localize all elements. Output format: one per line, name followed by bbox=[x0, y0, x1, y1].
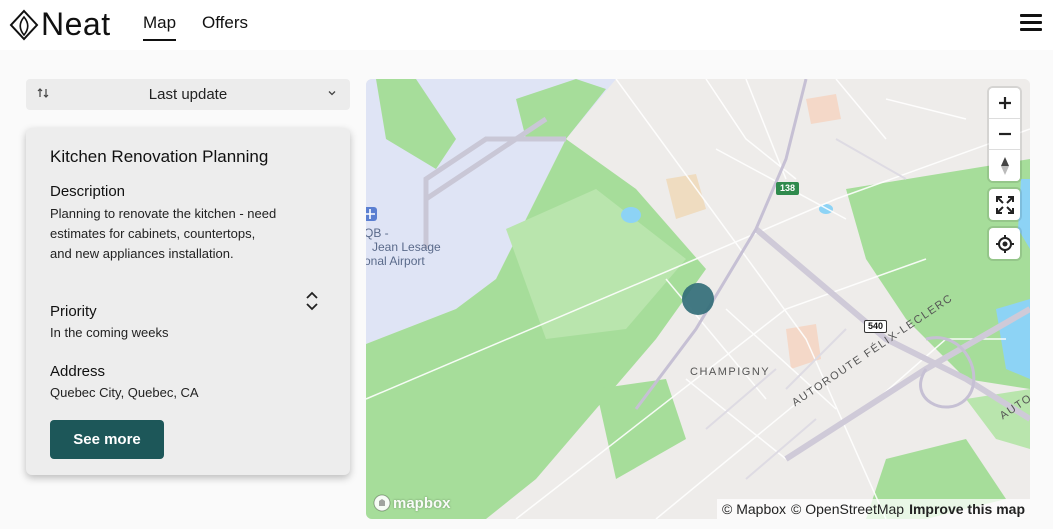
priority-label: Priority bbox=[50, 303, 97, 320]
route-540-shield: 540 bbox=[864, 320, 888, 333]
chevron-down-icon bbox=[328, 91, 336, 96]
compass-button[interactable] bbox=[989, 150, 1020, 181]
airport-label-2: Jean Lesage bbox=[372, 240, 441, 254]
zoom-controls bbox=[989, 88, 1020, 181]
improve-map-link[interactable]: Improve this map bbox=[909, 501, 1025, 517]
request-card: Kitchen Renovation Planning Description … bbox=[26, 128, 350, 475]
airport-label-3: onal Airport bbox=[366, 254, 425, 268]
map-controls bbox=[989, 88, 1020, 259]
geolocate-button[interactable] bbox=[989, 228, 1020, 259]
address-value: Quebec City, Quebec, CA bbox=[50, 385, 199, 400]
priority-value: In the coming weeks bbox=[50, 325, 169, 340]
airport-label-1: QB - bbox=[366, 226, 389, 240]
mapbox-logo[interactable]: mapbox bbox=[373, 494, 451, 512]
card-title: Kitchen Renovation Planning bbox=[50, 147, 269, 166]
airport-icon bbox=[366, 207, 377, 221]
see-more-button[interactable]: See more bbox=[50, 420, 164, 459]
route-138-shield: 138 bbox=[776, 182, 800, 195]
tab-map[interactable]: Map bbox=[143, 13, 177, 41]
mapbox-logo-text: mapbox bbox=[393, 494, 451, 512]
expand-collapse-icon[interactable] bbox=[305, 291, 319, 311]
minus-icon bbox=[998, 132, 1011, 136]
description-label: Description bbox=[50, 183, 126, 200]
sort-dropdown[interactable]: Last update bbox=[26, 79, 350, 110]
description-text: Planning to renovate the kitchen - need … bbox=[50, 206, 277, 261]
mapbox-logo-icon bbox=[373, 494, 391, 512]
zoom-in-button[interactable] bbox=[989, 88, 1020, 119]
map-attribution: © Mapbox © OpenStreetMap Improve this ma… bbox=[717, 499, 1030, 519]
fullscreen-button[interactable] bbox=[989, 189, 1020, 220]
compass-icon bbox=[1000, 156, 1009, 175]
attribution-osm-link[interactable]: © OpenStreetMap bbox=[791, 501, 904, 517]
logo-text: Neat bbox=[41, 6, 111, 42]
sort-label: Last update bbox=[148, 86, 228, 103]
zoom-out-button[interactable] bbox=[989, 119, 1020, 150]
hamburger-menu-icon[interactable] bbox=[1020, 14, 1042, 32]
request-location-marker[interactable] bbox=[682, 283, 714, 315]
geolocate-icon bbox=[995, 234, 1014, 253]
neat-logo-icon bbox=[9, 9, 39, 40]
map-view[interactable]: QB - Jean Lesage onal Airport CHAMPIGNY … bbox=[366, 79, 1030, 519]
sort-arrows-icon bbox=[37, 88, 49, 98]
neat-logo[interactable]: Neat bbox=[9, 6, 111, 43]
fullscreen-icon bbox=[995, 195, 1014, 214]
tab-offers[interactable]: Offers bbox=[202, 13, 248, 33]
address-label: Address bbox=[50, 363, 106, 380]
plus-icon bbox=[998, 97, 1011, 109]
attribution-mapbox-link[interactable]: © Mapbox bbox=[722, 501, 786, 517]
neighborhood-label: CHAMPIGNY bbox=[690, 366, 771, 378]
top-navigation: Neat Map Offers bbox=[0, 0, 1053, 50]
